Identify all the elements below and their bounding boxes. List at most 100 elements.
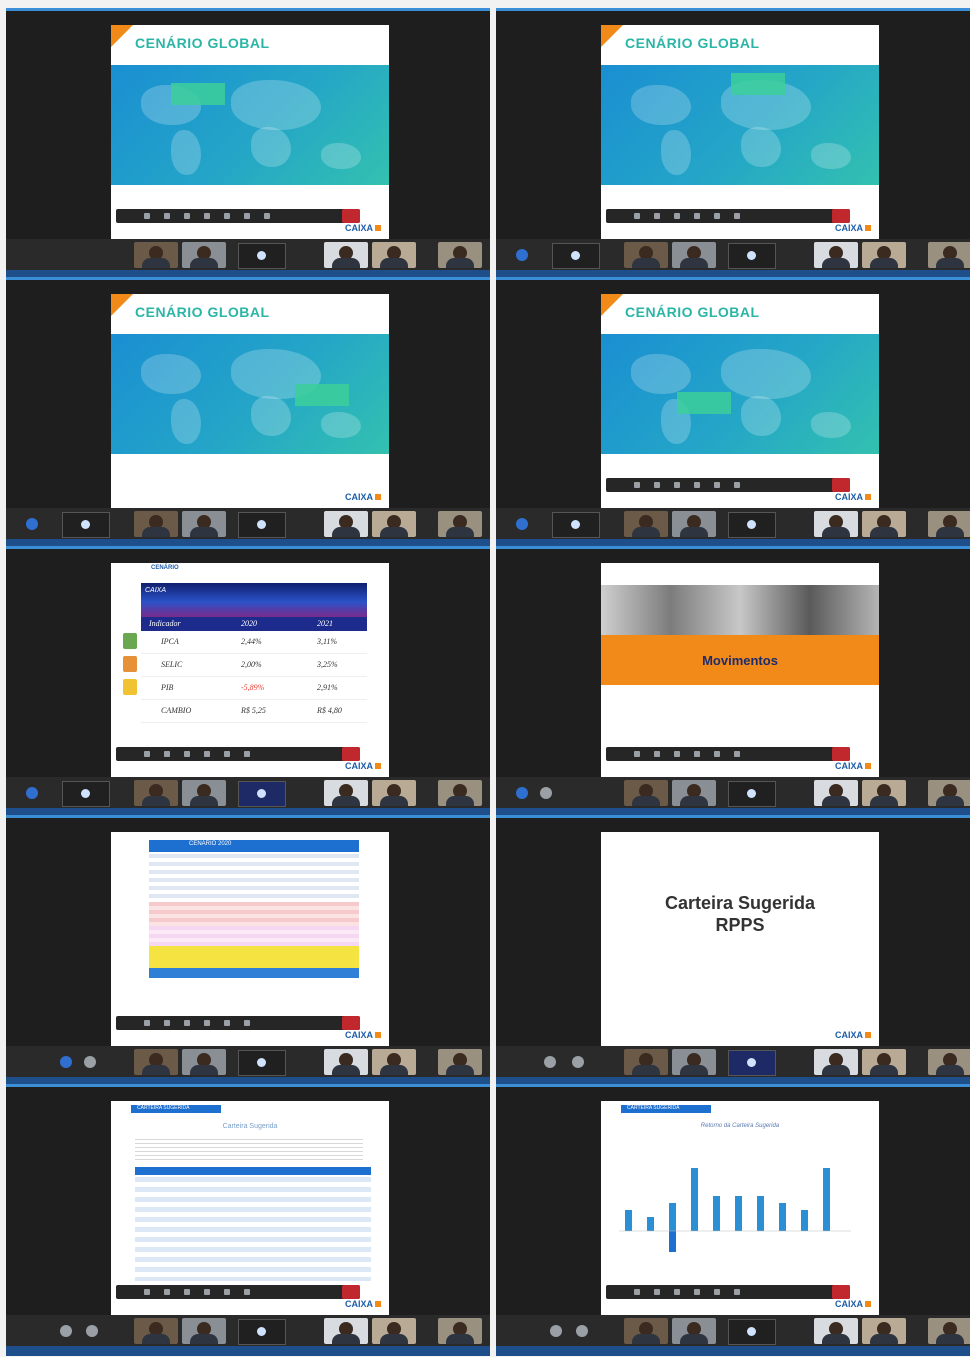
- table-title-bar: CENÁRIO 2020: [149, 840, 359, 852]
- slide-title: CENÁRIO GLOBAL: [135, 304, 270, 320]
- panel-cenario-global-1: CENÁRIO GLOBAL CAIXA: [6, 8, 490, 280]
- bar: [779, 1203, 786, 1231]
- portfolio-table: [135, 1167, 371, 1283]
- bar: [757, 1196, 764, 1231]
- chart-icon: [123, 679, 137, 695]
- cell: SELIC: [161, 660, 183, 669]
- chart-icon: [123, 656, 137, 672]
- cell: 3,25%: [317, 660, 338, 669]
- caixa-logo: CAIXA: [345, 492, 381, 502]
- end-call-button[interactable]: [342, 209, 360, 223]
- slide-title: CENÁRIO GLOBAL: [135, 35, 270, 51]
- col-header: Indicador: [149, 619, 181, 628]
- meeting-toolbar[interactable]: [116, 1285, 360, 1299]
- slide-title: CENÁRIO GLOBAL: [625, 35, 760, 51]
- end-call-button[interactable]: [342, 747, 360, 761]
- panel-cenario-global-4: CENÁRIO GLOBAL CAIXA: [496, 277, 970, 549]
- caixa-logo: CAIXA: [345, 1030, 381, 1040]
- header-photo: [601, 585, 879, 635]
- bar: [823, 1168, 830, 1231]
- world-map: [601, 65, 879, 185]
- slide-title: Carteira Sugerida RPPS: [601, 892, 879, 936]
- cell: -5,89%: [241, 683, 265, 692]
- panel-carteira-sugerida: Carteira Sugerida RPPS CAIXA: [496, 815, 970, 1087]
- end-call-button[interactable]: [342, 1016, 360, 1030]
- world-map: [111, 334, 389, 454]
- bar: [801, 1210, 808, 1231]
- end-call-button[interactable]: [832, 478, 850, 492]
- chart-title: Retorno da Carteira Sugerida: [700, 1123, 780, 1129]
- slide-title: CENÁRIO GLOBAL: [625, 304, 760, 320]
- col-header: 2020: [241, 619, 257, 628]
- caixa-logo: CAIXA: [835, 761, 871, 771]
- col-header: 2021: [317, 619, 333, 628]
- bar: [735, 1196, 742, 1231]
- panel-movimentos: Movimentos CAIXA: [496, 546, 970, 818]
- section-label: CARTEIRA SUGERIDA: [137, 1105, 190, 1111]
- meeting-toolbar[interactable]: [606, 747, 850, 761]
- chart-icon: [123, 633, 137, 649]
- meeting-toolbar[interactable]: [606, 478, 850, 492]
- section-bar: CARTEIRA SUGERIDA: [131, 1105, 221, 1113]
- section-bar: CARTEIRA SUGERIDA: [621, 1105, 711, 1113]
- caixa-logo: CAIXA: [835, 492, 871, 502]
- table-row: PIB -5,89% 2,91%: [123, 677, 367, 700]
- table-title: CENÁRIO 2020: [189, 841, 232, 847]
- section-title: CENÁRIO: [151, 565, 179, 571]
- bar: [691, 1168, 698, 1231]
- caixa-logo: CAIXA: [345, 761, 381, 771]
- slide-title: Movimentos: [702, 653, 778, 668]
- bar: [647, 1217, 654, 1231]
- screenshot-grid: CENÁRIO GLOBAL CAIXA CENÁRIO GLOBAL CAIX…: [6, 8, 970, 1356]
- cell: R$ 5,25: [241, 706, 266, 715]
- participant-strip: [6, 239, 490, 271]
- section-label: CARTEIRA SUGERIDA: [627, 1105, 680, 1111]
- title-line-2: RPPS: [715, 915, 765, 935]
- end-call-button[interactable]: [342, 1285, 360, 1299]
- panel-carteira-table: CARTEIRA SUGERIDA Carteira Sugerida CAIX…: [6, 1084, 490, 1356]
- meeting-toolbar[interactable]: [116, 209, 360, 223]
- title-bar: Movimentos: [601, 635, 879, 685]
- table-row: CAMBIO R$ 5,25 R$ 4,80: [141, 700, 367, 723]
- video-tile[interactable]: [238, 243, 286, 269]
- caixa-logo: CAIXA: [345, 223, 381, 233]
- world-map: [111, 65, 389, 185]
- bar: [669, 1203, 676, 1231]
- end-call-button[interactable]: [832, 1285, 850, 1299]
- panel-cenario-global-2: CENÁRIO GLOBAL CAIXA: [496, 8, 970, 280]
- panel-indicadores: CENÁRIO CAIXA Indicador 2020 2021 IPCA 2…: [6, 546, 490, 818]
- table-row: SELIC 2,00% 3,25%: [123, 654, 367, 677]
- table-row: IPCA 2,44% 3,11%: [123, 631, 367, 654]
- table-header: Indicador 2020 2021: [141, 617, 367, 631]
- panel-cenario-global-3: CENÁRIO GLOBAL CAIXA: [6, 277, 490, 549]
- cell: 2,44%: [241, 637, 262, 646]
- panel-table-colored: CENÁRIO 2020 CAIXA: [6, 815, 490, 1087]
- cell: R$ 4,80: [317, 706, 342, 715]
- caixa-logo: CAIXA: [835, 1299, 871, 1309]
- end-call-button[interactable]: [832, 209, 850, 223]
- cell: 3,11%: [317, 637, 338, 646]
- title-line-1: Carteira Sugerida: [664, 893, 816, 913]
- brand-label: CAIXA: [145, 587, 167, 594]
- cell: 2,00%: [241, 660, 262, 669]
- cell: PIB: [161, 683, 174, 692]
- world-map: [601, 334, 879, 454]
- bar: [713, 1196, 720, 1231]
- meeting-toolbar[interactable]: [116, 747, 360, 761]
- bar-chart: [619, 1168, 851, 1252]
- bar-negative: [669, 1231, 676, 1252]
- meeting-toolbar[interactable]: [606, 209, 850, 223]
- panel-retorno-chart: CARTEIRA SUGERIDA Retorno da Carteira Su…: [496, 1084, 970, 1356]
- meeting-toolbar[interactable]: [606, 1285, 850, 1299]
- caixa-logo: CAIXA: [345, 1299, 381, 1309]
- caixa-logo: CAIXA: [835, 1030, 871, 1040]
- bar: [625, 1210, 632, 1231]
- paragraph: [135, 1139, 363, 1161]
- cell: IPCA: [161, 637, 179, 646]
- end-call-button[interactable]: [832, 747, 850, 761]
- cell: 2,91%: [317, 683, 338, 692]
- caixa-logo: CAIXA: [835, 223, 871, 233]
- cell: CAMBIO: [161, 706, 192, 715]
- meeting-toolbar[interactable]: [116, 1016, 360, 1030]
- slide-title: Carteira Sugerida: [222, 1123, 278, 1130]
